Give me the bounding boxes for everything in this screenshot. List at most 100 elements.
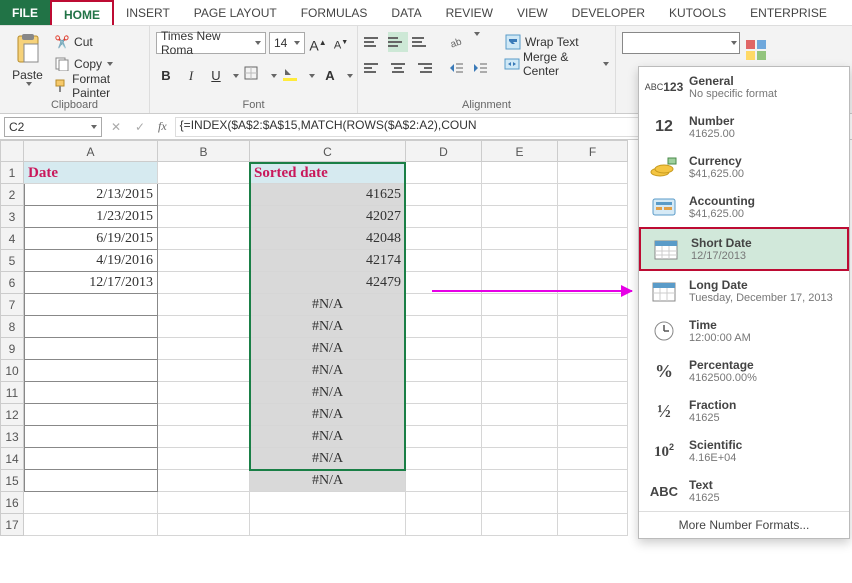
cell[interactable] bbox=[558, 382, 628, 404]
row-header[interactable]: 1 bbox=[0, 162, 24, 184]
cell[interactable]: #N/A bbox=[250, 448, 406, 470]
cell[interactable] bbox=[558, 206, 628, 228]
number-format-select[interactable] bbox=[622, 32, 740, 54]
cancel-icon[interactable]: ✕ bbox=[106, 120, 126, 134]
decrease-indent-button[interactable] bbox=[448, 58, 468, 78]
wrap-text-button[interactable]: Wrap Text bbox=[504, 32, 609, 52]
numfmt-text[interactable]: ABC Text41625 bbox=[639, 471, 849, 511]
cell[interactable] bbox=[158, 338, 250, 360]
cell[interactable] bbox=[250, 514, 406, 536]
cell[interactable] bbox=[24, 404, 158, 426]
cell[interactable] bbox=[482, 360, 558, 382]
cell[interactable] bbox=[558, 184, 628, 206]
col-header[interactable]: D bbox=[406, 140, 482, 162]
numfmt-general[interactable]: ABC123 GeneralNo specific format bbox=[639, 67, 849, 107]
cell[interactable] bbox=[558, 338, 628, 360]
cell[interactable] bbox=[482, 448, 558, 470]
row-header[interactable]: 3 bbox=[0, 206, 24, 228]
align-center-button[interactable] bbox=[388, 58, 408, 78]
row-header[interactable]: 9 bbox=[0, 338, 24, 360]
cell[interactable] bbox=[482, 426, 558, 448]
cell[interactable] bbox=[406, 250, 482, 272]
cell[interactable] bbox=[158, 382, 250, 404]
numfmt-fraction[interactable]: ½ Fraction41625 bbox=[639, 391, 849, 431]
fill-color-button[interactable] bbox=[282, 66, 302, 86]
cell[interactable]: 6/19/2015 bbox=[24, 228, 158, 250]
tab-page-layout[interactable]: PAGE LAYOUT bbox=[182, 0, 289, 25]
cell[interactable] bbox=[482, 250, 558, 272]
cell[interactable]: 42027 bbox=[250, 206, 406, 228]
cell[interactable] bbox=[24, 426, 158, 448]
font-size-select[interactable]: 14 bbox=[269, 32, 305, 54]
cell[interactable] bbox=[158, 250, 250, 272]
numfmt-currency[interactable]: Currency$41,625.00 bbox=[639, 147, 849, 187]
font-name-select[interactable]: Times New Roma bbox=[156, 32, 266, 54]
row-header[interactable]: 4 bbox=[0, 228, 24, 250]
row-header[interactable]: 6 bbox=[0, 272, 24, 294]
numfmt-short-date[interactable]: Short Date12/17/2013 bbox=[639, 227, 849, 271]
col-header[interactable]: F bbox=[558, 140, 628, 162]
orientation-button[interactable]: ab bbox=[448, 32, 468, 52]
cell[interactable] bbox=[250, 492, 406, 514]
increase-indent-button[interactable] bbox=[472, 58, 492, 78]
cell[interactable] bbox=[158, 228, 250, 250]
cell[interactable] bbox=[158, 404, 250, 426]
col-header[interactable]: E bbox=[482, 140, 558, 162]
grow-font-button[interactable]: A▲ bbox=[308, 33, 328, 53]
cell[interactable] bbox=[406, 228, 482, 250]
tab-developer[interactable]: DEVELOPER bbox=[560, 0, 657, 25]
align-right-button[interactable] bbox=[412, 58, 432, 78]
cell[interactable] bbox=[406, 360, 482, 382]
cell[interactable] bbox=[406, 492, 482, 514]
row-header[interactable]: 7 bbox=[0, 294, 24, 316]
cell[interactable]: #N/A bbox=[250, 360, 406, 382]
cell[interactable] bbox=[558, 316, 628, 338]
borders-button[interactable] bbox=[244, 66, 264, 86]
cell[interactable] bbox=[158, 448, 250, 470]
align-middle-button[interactable] bbox=[388, 32, 408, 52]
cell[interactable] bbox=[406, 294, 482, 316]
cell[interactable] bbox=[482, 492, 558, 514]
cell[interactable] bbox=[482, 338, 558, 360]
cell[interactable]: #N/A bbox=[250, 338, 406, 360]
enter-icon[interactable]: ✓ bbox=[130, 120, 150, 134]
italic-button[interactable]: I bbox=[181, 66, 201, 86]
tab-insert[interactable]: INSERT bbox=[114, 0, 182, 25]
col-header[interactable]: A bbox=[24, 140, 158, 162]
cell[interactable]: Date bbox=[24, 162, 158, 184]
align-top-button[interactable] bbox=[364, 32, 384, 52]
cell[interactable] bbox=[158, 294, 250, 316]
cell[interactable]: 42048 bbox=[250, 228, 406, 250]
more-number-formats[interactable]: More Number Formats... bbox=[639, 511, 849, 538]
copy-button[interactable]: Copy bbox=[53, 54, 143, 74]
cell[interactable]: 41625 bbox=[250, 184, 406, 206]
cell[interactable] bbox=[558, 360, 628, 382]
cell[interactable] bbox=[24, 514, 158, 536]
row-header[interactable]: 16 bbox=[0, 492, 24, 514]
cell[interactable] bbox=[406, 162, 482, 184]
cell[interactable] bbox=[558, 404, 628, 426]
cell[interactable] bbox=[406, 382, 482, 404]
cell[interactable]: #N/A bbox=[250, 294, 406, 316]
row-header[interactable]: 10 bbox=[0, 360, 24, 382]
cell[interactable] bbox=[158, 470, 250, 492]
cell[interactable] bbox=[558, 448, 628, 470]
cell[interactable] bbox=[406, 514, 482, 536]
row-header[interactable]: 17 bbox=[0, 514, 24, 536]
row-header[interactable]: 5 bbox=[0, 250, 24, 272]
tab-review[interactable]: REVIEW bbox=[434, 0, 505, 25]
cell[interactable] bbox=[158, 426, 250, 448]
cell[interactable] bbox=[158, 184, 250, 206]
numfmt-scientific[interactable]: 102 Scientific4.16E+04 bbox=[639, 431, 849, 471]
cell[interactable] bbox=[482, 470, 558, 492]
cell[interactable] bbox=[406, 404, 482, 426]
cell[interactable] bbox=[24, 294, 158, 316]
numfmt-accounting[interactable]: Accounting$41,625.00 bbox=[639, 187, 849, 227]
conditional-formatting-button[interactable] bbox=[744, 32, 768, 68]
col-header[interactable]: B bbox=[158, 140, 250, 162]
format-painter-button[interactable]: Format Painter bbox=[53, 76, 143, 96]
cell[interactable] bbox=[24, 470, 158, 492]
cell[interactable] bbox=[482, 382, 558, 404]
cell[interactable] bbox=[24, 448, 158, 470]
cell[interactable] bbox=[406, 206, 482, 228]
